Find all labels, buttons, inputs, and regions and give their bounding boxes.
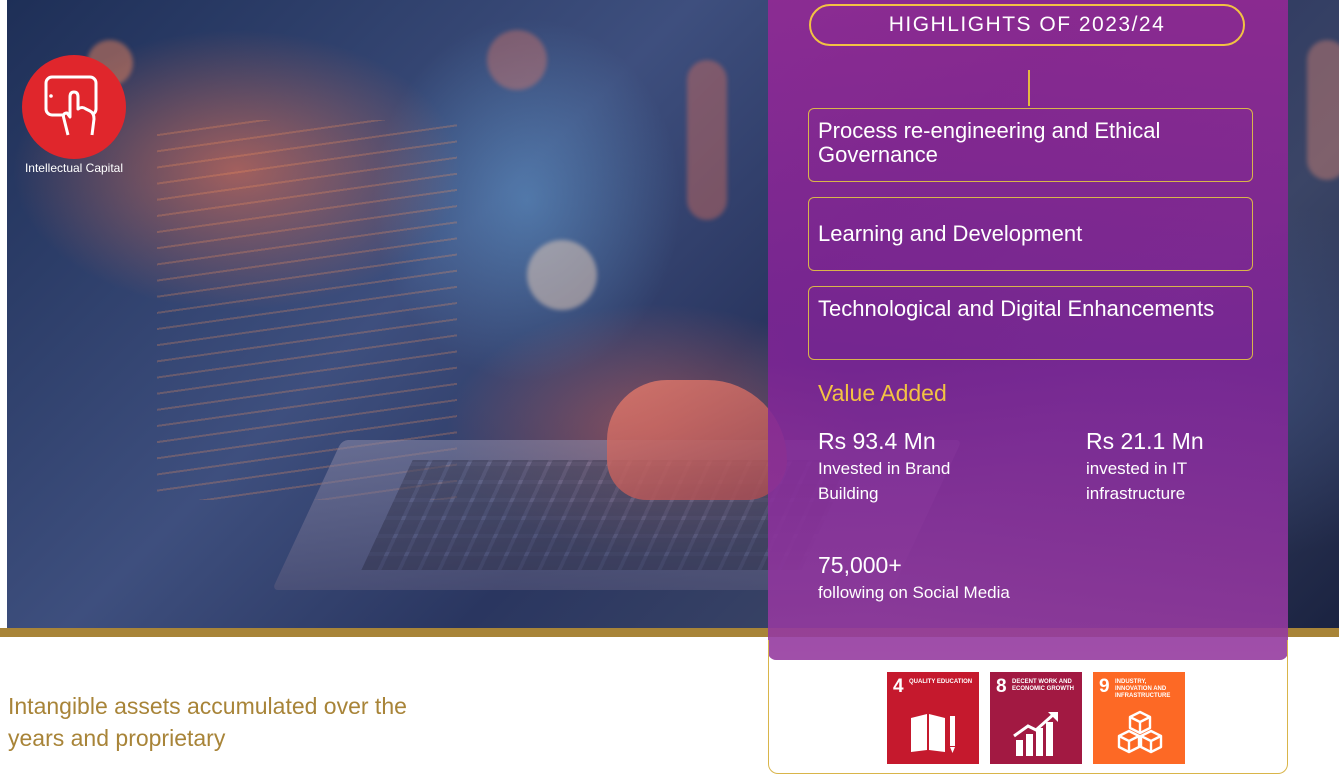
highlight-item: Technological and Digital Enhancements [808,286,1253,360]
sdg-4-tile: 4 QUALITY EDUCATION [887,672,979,764]
intro-text: Intangible assets accumulated over the y… [8,693,407,751]
capital-label: Intellectual Capital [24,161,124,175]
bokeh-light [527,240,597,310]
bokeh-light [487,30,547,90]
capital-badge [22,55,126,159]
stat-description: invested in IT infrastructure [1086,459,1187,503]
stat-social-media: 75,000+ following on Social Media [818,552,1078,605]
stat-value: 75,000+ [818,552,902,578]
sdg-number: 9 [1099,676,1110,697]
hand-shape [607,380,787,500]
stat-value: Rs 21.1 Mn [1086,428,1204,454]
sdg-number: 8 [996,676,1007,697]
stat-brand-building: Rs 93.4 Mn Invested in Brand Building [818,428,998,506]
highlight-item: Process re-engineering and Ethical Gover… [808,108,1253,182]
touch-tablet-icon [44,75,98,136]
highlights-title: HIGHLIGHTS OF 2023/24 [809,4,1245,46]
sdg-number: 4 [893,676,904,697]
sdg-label: QUALITY EDUCATION [909,679,973,685]
cubes-icon [1117,710,1163,754]
growth-chart-icon [1013,712,1058,756]
connector-line [1028,70,1030,106]
stat-description: following on Social Media [818,583,1010,602]
book-pencil-icon [911,714,955,753]
sdg-label: DECENT WORK AND ECONOMIC GROWTH [1012,679,1074,692]
sdg-label: INDUSTRY, INNOVATION AND INFRASTRUCTURE [1115,679,1171,699]
value-added-title: Value Added [818,380,947,406]
stat-it-infrastructure: Rs 21.1 Mn invested in IT infrastructure [1086,428,1246,506]
sdg-8-tile: 8 DECENT WORK AND ECONOMIC GROWTH [990,672,1082,764]
stat-value: Rs 93.4 Mn [818,428,936,454]
bokeh-light [1307,40,1339,180]
sdg-9-tile: 9 INDUSTRY, INNOVATION AND INFRASTRUCTUR… [1093,672,1185,764]
bokeh-light [687,60,727,220]
highlight-item: Learning and Development [808,197,1253,271]
stat-description: Invested in Brand Building [818,459,951,503]
